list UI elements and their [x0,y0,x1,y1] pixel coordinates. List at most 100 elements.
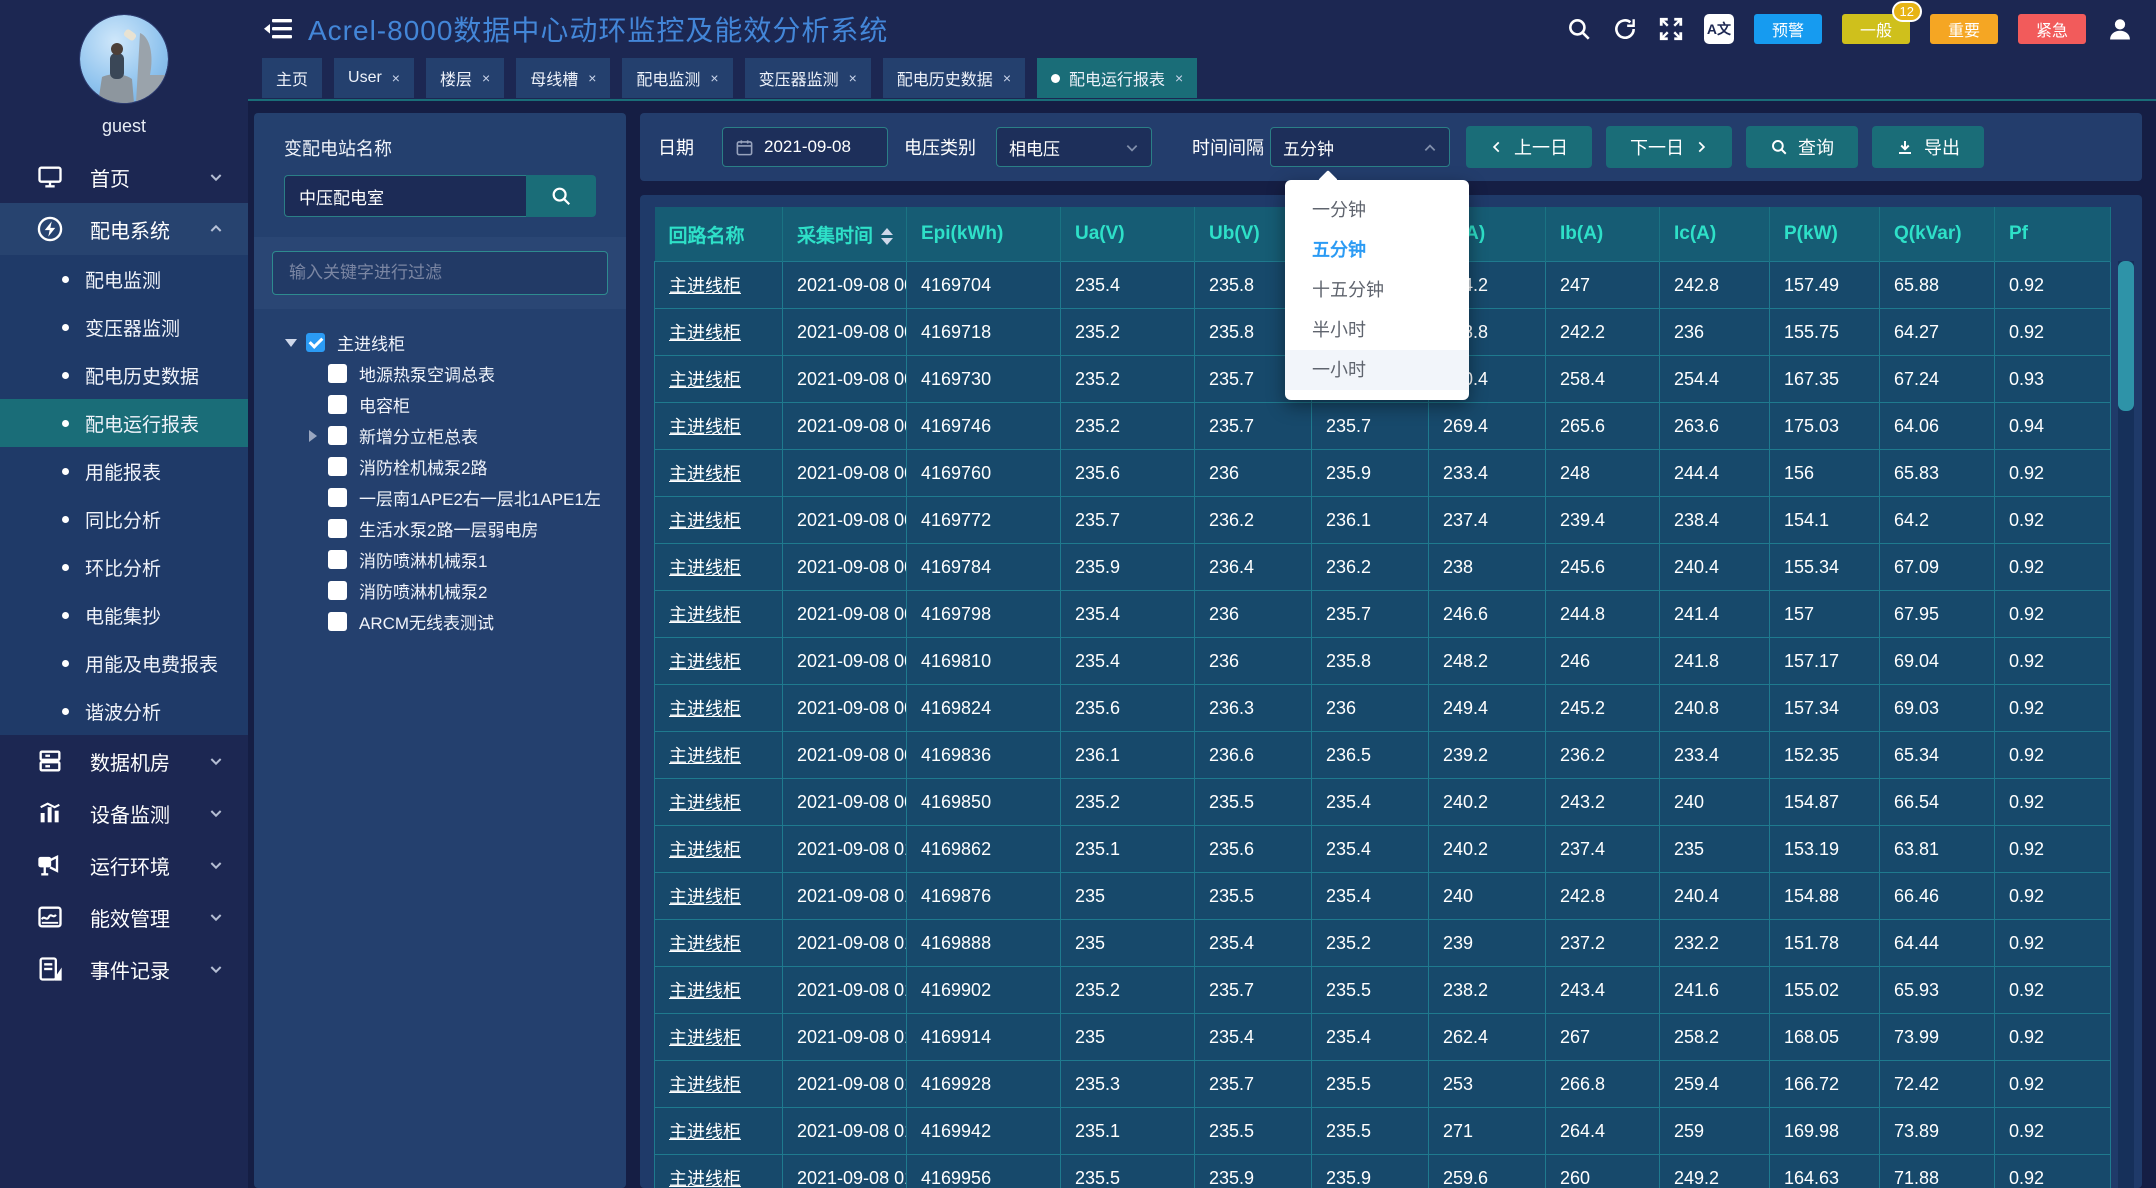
search-icon[interactable] [1566,16,1592,42]
alarm-badge-一般[interactable]: 一般12 [1842,14,1910,44]
voltage-type-select[interactable]: 相电压 [996,127,1152,167]
query-button[interactable]: 查询 [1746,126,1858,168]
tab-close-icon[interactable]: × [710,70,718,86]
interval-select[interactable]: 五分钟 [1270,127,1450,167]
circuit-name-cell[interactable]: 主进线柜 [655,497,783,544]
tree-node-消防喷淋机械泵2[interactable]: 消防喷淋机械泵2 [284,575,596,606]
tab-close-icon[interactable]: × [482,70,490,86]
sort-icon[interactable] [881,228,893,245]
tree-checkbox[interactable] [328,457,347,476]
sidebar-subitem-环比分析[interactable]: 环比分析 [0,543,248,591]
sidebar-subitem-配电历史数据[interactable]: 配电历史数据 [0,351,248,399]
interval-option-一分钟[interactable]: 一分钟 [1285,190,1469,230]
avatar[interactable] [79,14,169,104]
user-icon[interactable] [2106,15,2134,43]
tree-checkbox[interactable] [328,395,347,414]
vertical-scrollbar-thumb[interactable] [2118,261,2134,411]
caret-right-icon[interactable] [306,430,320,442]
circuit-name-cell[interactable]: 主进线柜 [655,779,783,826]
tree-node-一层南1APE2右一层北1APE1左[interactable]: 一层南1APE2右一层北1APE1左 [284,482,596,513]
tree-filter-input[interactable] [272,251,608,295]
sidebar-item-配电系统[interactable]: 配电系统 [0,203,248,255]
sidebar-item-事件记录[interactable]: 事件记录 [0,943,248,995]
fullscreen-icon[interactable] [1658,16,1684,42]
interval-option-五分钟[interactable]: 五分钟 [1285,230,1469,270]
tree-node-ARCM无线表测试[interactable]: ARCM无线表测试 [284,606,596,637]
tab-User[interactable]: User× [334,58,414,98]
sidebar-item-设备监测[interactable]: 设备监测 [0,787,248,839]
interval-option-半小时[interactable]: 半小时 [1285,310,1469,350]
date-picker[interactable]: 2021-09-08 [722,127,888,167]
sidebar-subitem-用能报表[interactable]: 用能报表 [0,447,248,495]
circuit-name-cell[interactable]: 主进线柜 [655,826,783,873]
tree-checkbox[interactable] [328,426,347,445]
alarm-badge-紧急[interactable]: 紧急 [2018,14,2086,44]
circuit-name-cell[interactable]: 主进线柜 [655,262,783,309]
circuit-name-cell[interactable]: 主进线柜 [655,356,783,403]
tree-node-消防栓机械泵2路[interactable]: 消防栓机械泵2路 [284,451,596,482]
tree-node-主进线柜[interactable]: 主进线柜 [284,327,596,358]
tab-close-icon[interactable]: × [1175,70,1183,86]
next-day-button[interactable]: 下一日 [1606,126,1732,168]
sidebar-item-运行环境[interactable]: 运行环境 [0,839,248,891]
tree-checkbox[interactable] [328,488,347,507]
tree-checkbox[interactable] [328,581,347,600]
language-switch-icon[interactable]: A文 [1704,14,1734,44]
circuit-name-cell[interactable]: 主进线柜 [655,544,783,591]
tab-close-icon[interactable]: × [1003,70,1011,86]
circuit-name-cell[interactable]: 主进线柜 [655,1155,783,1188]
circuit-name-cell[interactable]: 主进线柜 [655,403,783,450]
circuit-name-cell[interactable]: 主进线柜 [655,732,783,779]
interval-option-十五分钟[interactable]: 十五分钟 [1285,270,1469,310]
circuit-name-cell[interactable]: 主进线柜 [655,1108,783,1155]
tree-checkbox[interactable] [328,612,347,631]
alarm-badge-重要[interactable]: 重要 [1930,14,1998,44]
sidebar-subitem-同比分析[interactable]: 同比分析 [0,495,248,543]
tab-母线槽[interactable]: 母线槽× [516,58,610,98]
sidebar-subitem-变压器监测[interactable]: 变压器监测 [0,303,248,351]
tab-close-icon[interactable]: × [588,70,596,86]
circuit-name-cell[interactable]: 主进线柜 [655,1014,783,1061]
prev-day-button[interactable]: 上一日 [1466,126,1592,168]
sidebar-subitem-电能集抄[interactable]: 电能集抄 [0,591,248,639]
sidebar-subitem-用能及电费报表[interactable]: 用能及电费报表 [0,639,248,687]
tab-楼层[interactable]: 楼层× [426,58,504,98]
sidebar-item-数据机房[interactable]: 数据机房 [0,735,248,787]
circuit-name-cell[interactable]: 主进线柜 [655,309,783,356]
alarm-badge-预警[interactable]: 预警 [1754,14,1822,44]
tab-close-icon[interactable]: × [392,70,400,86]
circuit-name-cell[interactable]: 主进线柜 [655,967,783,1014]
tree-node-电容柜[interactable]: 电容柜 [284,389,596,420]
tab-主页[interactable]: 主页 [262,58,322,98]
tab-配电监测[interactable]: 配电监测× [622,58,732,98]
circuit-name-cell[interactable]: 主进线柜 [655,920,783,967]
caret-down-icon[interactable] [284,339,298,347]
sidebar-subitem-配电监测[interactable]: 配电监测 [0,255,248,303]
export-button[interactable]: 导出 [1872,126,1984,168]
sidebar-subitem-配电运行报表[interactable]: 配电运行报表 [0,399,248,447]
tree-checkbox[interactable] [328,519,347,538]
circuit-name-cell[interactable]: 主进线柜 [655,591,783,638]
tree-node-生活水泵2路一层弱电房[interactable]: 生活水泵2路一层弱电房 [284,513,596,544]
sidebar-item-首页[interactable]: 首页 [0,151,248,203]
tab-配电历史数据[interactable]: 配电历史数据× [883,58,1025,98]
tree-checkbox[interactable] [306,333,325,352]
circuit-name-cell[interactable]: 主进线柜 [655,450,783,497]
tree-checkbox[interactable] [328,364,347,383]
tree-node-地源热泵空调总表[interactable]: 地源热泵空调总表 [284,358,596,389]
station-name-input[interactable] [284,175,526,217]
tree-node-新增分立柜总表[interactable]: 新增分立柜总表 [284,420,596,451]
tab-变压器监测[interactable]: 变压器监测× [745,58,871,98]
tree-node-消防喷淋机械泵1[interactable]: 消防喷淋机械泵1 [284,544,596,575]
sidebar-collapse-icon[interactable] [264,18,292,40]
circuit-name-cell[interactable]: 主进线柜 [655,685,783,732]
circuit-name-cell[interactable]: 主进线柜 [655,638,783,685]
circuit-name-cell[interactable]: 主进线柜 [655,1061,783,1108]
sidebar-subitem-谐波分析[interactable]: 谐波分析 [0,687,248,735]
column-header-采集时间[interactable]: 采集时间 [783,207,907,262]
circuit-name-cell[interactable]: 主进线柜 [655,873,783,920]
refresh-icon[interactable] [1612,16,1638,42]
tree-checkbox[interactable] [328,550,347,569]
tab-close-icon[interactable]: × [849,70,857,86]
station-search-button[interactable] [526,175,596,217]
